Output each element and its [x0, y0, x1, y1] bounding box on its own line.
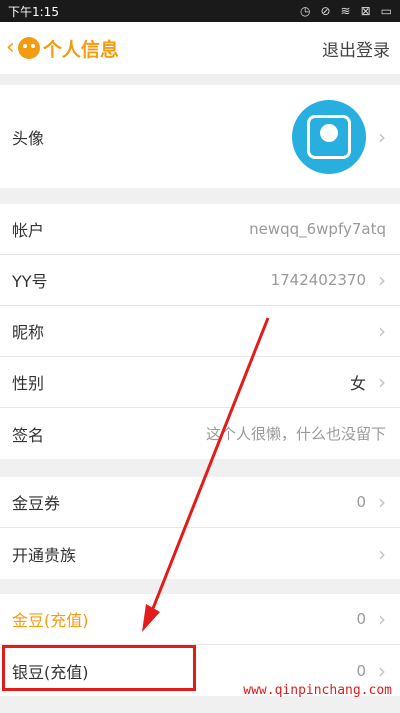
annotation-arrow [142, 317, 270, 632]
annotation-highlight-box [2, 645, 196, 691]
watermark: www.qinpinchang.com [243, 683, 392, 698]
